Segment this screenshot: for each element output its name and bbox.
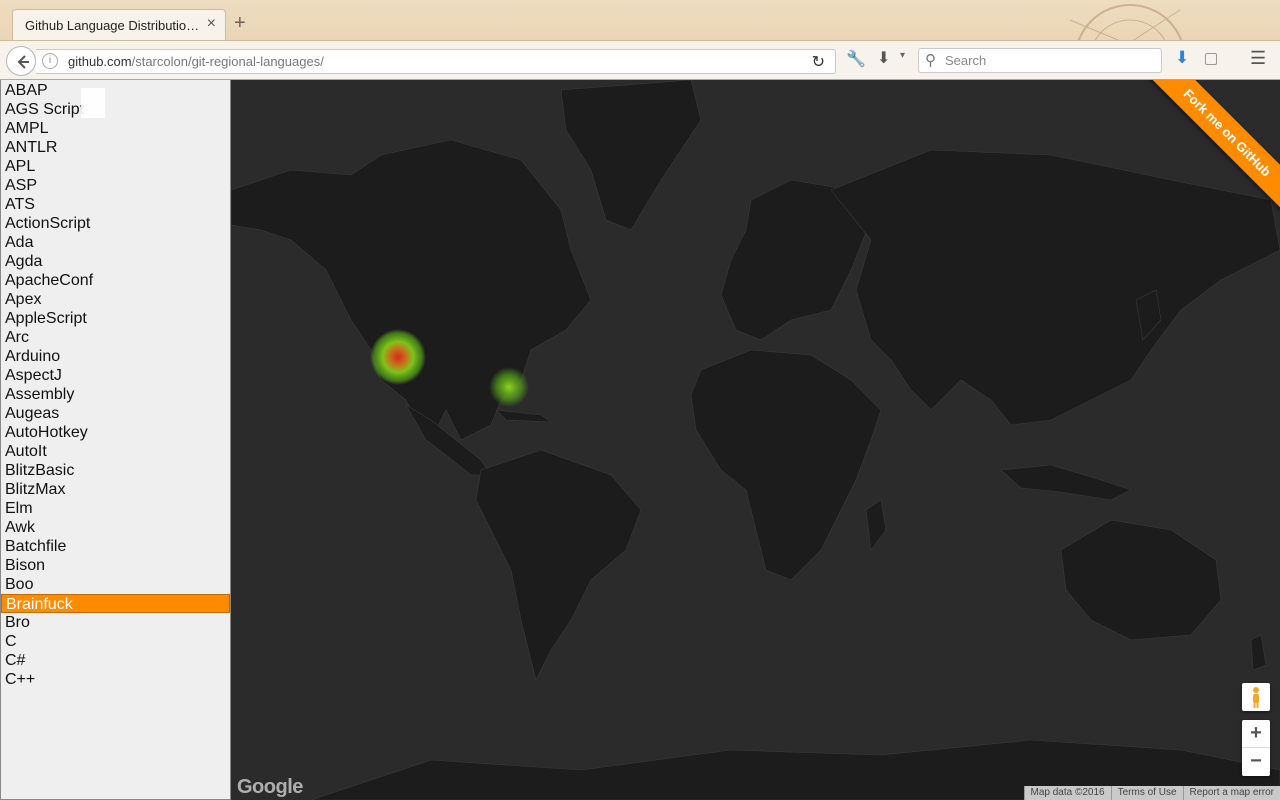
language-item[interactable]: Bro <box>1 613 230 632</box>
url-text[interactable]: github.com/starcolon/git-regional-langua… <box>68 54 324 69</box>
search-input[interactable]: ⚲ Search <box>918 48 1162 73</box>
heat-spot-florida <box>489 367 529 407</box>
language-item[interactable]: AspectJ <box>1 366 230 385</box>
url-host: github.com <box>68 54 132 69</box>
language-item[interactable]: Augeas <box>1 404 230 423</box>
search-placeholder: Search <box>945 53 987 68</box>
zoom-out-button[interactable]: − <box>1242 748 1270 776</box>
close-tab-icon[interactable]: × <box>207 16 216 32</box>
download-progress-icon[interactable]: ⬇ <box>1175 48 1189 68</box>
language-item[interactable]: Bison <box>1 556 230 575</box>
language-item[interactable]: BlitzBasic <box>1 461 230 480</box>
language-item[interactable]: ASP <box>1 176 230 195</box>
map-data-label: Map data ©2016 <box>1023 786 1111 800</box>
street-view-pegman-button[interactable] <box>1242 683 1270 711</box>
extension-icon[interactable] <box>1205 53 1217 65</box>
language-item[interactable]: AppleScript <box>1 309 230 328</box>
world-map[interactable]: Google <box>231 80 1280 800</box>
browser-chrome: Github Language Distribution O... × + i … <box>0 0 1280 80</box>
google-logo: Google <box>237 776 303 798</box>
language-item[interactable]: Boo <box>1 575 230 594</box>
language-item[interactable]: ANTLR <box>1 138 230 157</box>
language-item[interactable]: Arc <box>1 328 230 347</box>
info-icon[interactable]: i <box>42 53 58 69</box>
chevron-down-icon[interactable]: ▾ <box>900 50 905 61</box>
map-footer: Map data ©2016 Terms of Use Report a map… <box>1023 786 1280 800</box>
search-icon: ⚲ <box>925 52 936 69</box>
zoom-in-button[interactable]: + <box>1242 720 1270 748</box>
hamburger-menu-icon[interactable]: ☰ <box>1250 48 1266 69</box>
language-item[interactable]: Awk <box>1 518 230 537</box>
new-tab-button[interactable]: + <box>234 13 246 33</box>
language-item[interactable]: C# <box>1 651 230 670</box>
language-list: ABAP AGS Script AMPL ANTLR APL ASP ATS ActionSc… <box>1 80 230 689</box>
language-item[interactable]: C++ <box>1 670 230 689</box>
heat-spot-california <box>370 329 426 385</box>
language-item[interactable]: ActionScript <box>1 214 230 233</box>
language-item[interactable]: Apex <box>1 290 230 309</box>
url-path: /starcolon/git-regional-languages/ <box>131 54 324 69</box>
language-item[interactable]: Arduino <box>1 347 230 366</box>
zoom-control: + − <box>1242 720 1270 776</box>
back-button[interactable] <box>6 46 36 76</box>
browser-tab[interactable]: Github Language Distribution O... × <box>12 9 226 41</box>
overlay-patch <box>81 88 105 118</box>
map-canvas <box>231 80 1280 800</box>
language-item[interactable]: ATS <box>1 195 230 214</box>
language-item[interactable]: Agda <box>1 252 230 271</box>
language-item[interactable]: AutoHotkey <box>1 423 230 442</box>
tab-title: Github Language Distribution O... <box>25 18 203 33</box>
language-item[interactable]: C <box>1 632 230 651</box>
language-item[interactable]: AGS Script <box>1 100 230 119</box>
language-item[interactable]: Ada <box>1 233 230 252</box>
report-error-link[interactable]: Report a map error <box>1182 786 1280 800</box>
back-arrow-icon <box>17 55 29 69</box>
language-item[interactable]: Assembly <box>1 385 230 404</box>
url-bar[interactable]: i github.com/starcolon/git-regional-lang… <box>36 49 836 74</box>
language-item[interactable]: BlitzMax <box>1 480 230 499</box>
language-item[interactable]: APL <box>1 157 230 176</box>
pegman-icon <box>1253 687 1259 708</box>
terms-link[interactable]: Terms of Use <box>1110 786 1183 800</box>
language-item[interactable]: Brainfuck <box>1 594 230 613</box>
language-item[interactable]: ABAP <box>1 81 230 100</box>
language-item[interactable]: Elm <box>1 499 230 518</box>
language-item[interactable]: ApacheConf <box>1 271 230 290</box>
language-item[interactable]: Batchfile <box>1 537 230 556</box>
language-item[interactable]: AMPL <box>1 119 230 138</box>
fork-ribbon-label[interactable]: Fork me on GitHub <box>1138 80 1280 222</box>
page-content: ABAP AGS Script AMPL ANTLR APL ASP ATS ActionSc… <box>0 80 1280 800</box>
language-item[interactable]: AutoIt <box>1 442 230 461</box>
download-icon[interactable]: ⬇ <box>877 48 890 68</box>
reload-icon[interactable]: ↻ <box>812 52 825 72</box>
language-list-panel[interactable]: ABAP AGS Script AMPL ANTLR APL ASP ATS ActionSc… <box>0 80 231 800</box>
wrench-icon[interactable]: 🔧 <box>846 49 866 69</box>
fork-ribbon[interactable]: Fork me on GitHub <box>1137 80 1280 223</box>
